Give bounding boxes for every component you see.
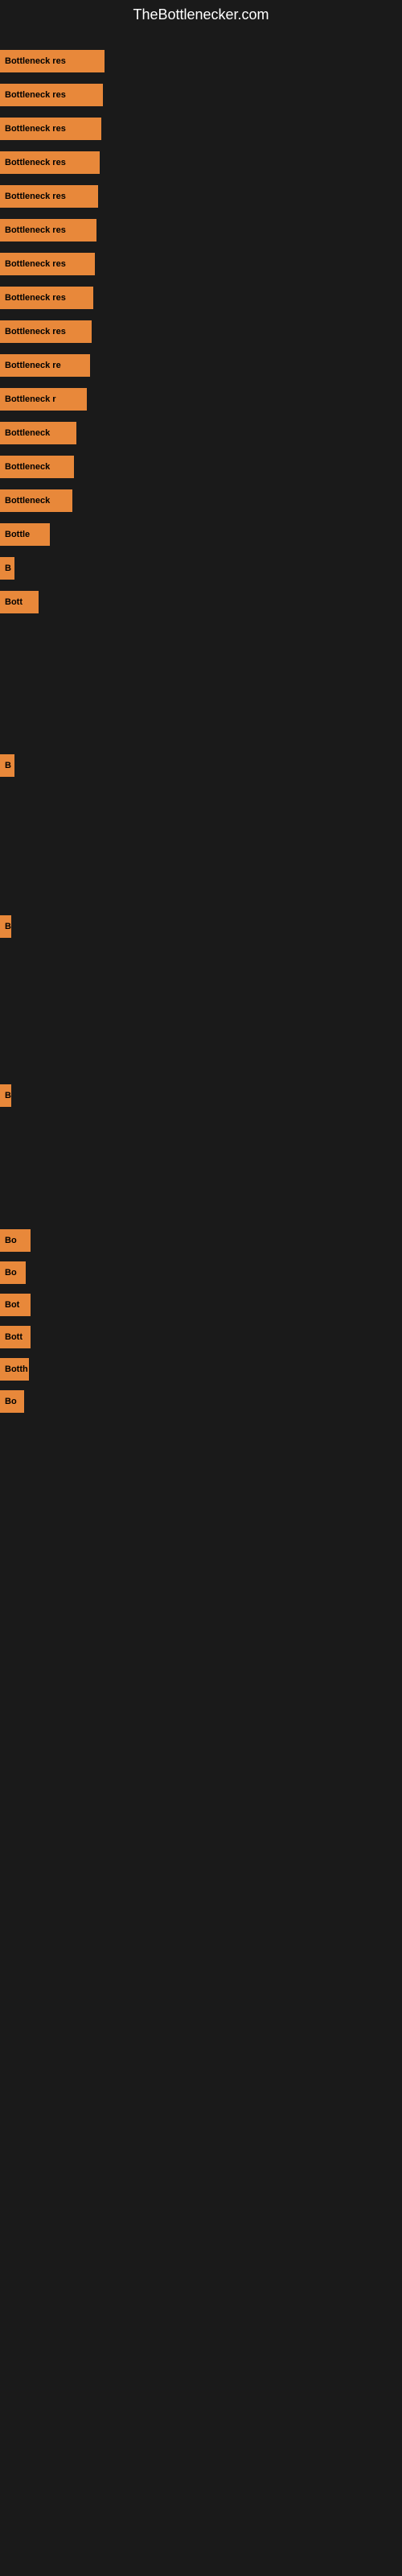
bar-item: Bottleneck res xyxy=(0,151,100,174)
bar-label: Bottleneck res xyxy=(0,219,96,242)
bar-item: Bot xyxy=(0,1294,31,1316)
bar-item: Bottleneck res xyxy=(0,253,95,275)
bar-label: Bottleneck res xyxy=(0,50,105,72)
bar-label: Bottleneck res xyxy=(0,253,95,275)
bar-label: Botth xyxy=(0,1358,29,1381)
bar-label: Bottleneck xyxy=(0,456,74,478)
bar-label: B xyxy=(0,754,14,777)
bar-item: Bo xyxy=(0,1390,24,1413)
bar-item: Bottleneck res xyxy=(0,320,92,343)
bar-label: Bottleneck r xyxy=(0,388,87,411)
bar-label: Bo xyxy=(0,1229,31,1252)
bar-label: Bott xyxy=(0,591,39,613)
bar-item: B xyxy=(0,1084,11,1107)
bar-item: Bott xyxy=(0,591,39,613)
bar-label: Bottleneck xyxy=(0,489,72,512)
bar-label: Bottleneck res xyxy=(0,287,93,309)
bar-label: B xyxy=(0,915,11,938)
bar-item: Bottleneck xyxy=(0,422,76,444)
bar-item: Bo xyxy=(0,1229,31,1252)
bar-item: Bottleneck res xyxy=(0,84,103,106)
bar-item: Bottleneck res xyxy=(0,219,96,242)
bar-label: Bottleneck res xyxy=(0,320,92,343)
bar-label: Bottleneck re xyxy=(0,354,90,377)
bar-item: B xyxy=(0,754,14,777)
bar-label: Bo xyxy=(0,1261,26,1284)
bar-label: Bot xyxy=(0,1294,31,1316)
bar-item: Botth xyxy=(0,1358,29,1381)
bar-item: Bottleneck res xyxy=(0,118,101,140)
bar-label: Bottleneck res xyxy=(0,151,100,174)
bar-item: B xyxy=(0,557,14,580)
bar-label: Bott xyxy=(0,1326,31,1348)
bar-label: Bottle xyxy=(0,523,50,546)
bar-item: B xyxy=(0,915,11,938)
site-title: TheBottlenecker.com xyxy=(0,0,402,30)
bar-label: Bottleneck res xyxy=(0,118,101,140)
bar-item: Bottleneck res xyxy=(0,287,93,309)
bar-item: Bottleneck r xyxy=(0,388,87,411)
bar-item: Bott xyxy=(0,1326,31,1348)
bar-label: Bo xyxy=(0,1390,24,1413)
bar-label: Bottleneck res xyxy=(0,84,103,106)
bar-item: Bottle xyxy=(0,523,50,546)
bar-item: Bottleneck res xyxy=(0,185,98,208)
bar-item: Bottleneck re xyxy=(0,354,90,377)
bar-label: Bottleneck xyxy=(0,422,76,444)
bar-label: Bottleneck res xyxy=(0,185,98,208)
bar-item: Bottleneck xyxy=(0,456,74,478)
bar-item: Bottleneck xyxy=(0,489,72,512)
bar-item: Bottleneck res xyxy=(0,50,105,72)
bar-label: B xyxy=(0,557,14,580)
bar-item: Bo xyxy=(0,1261,26,1284)
bar-label: B xyxy=(0,1084,11,1107)
